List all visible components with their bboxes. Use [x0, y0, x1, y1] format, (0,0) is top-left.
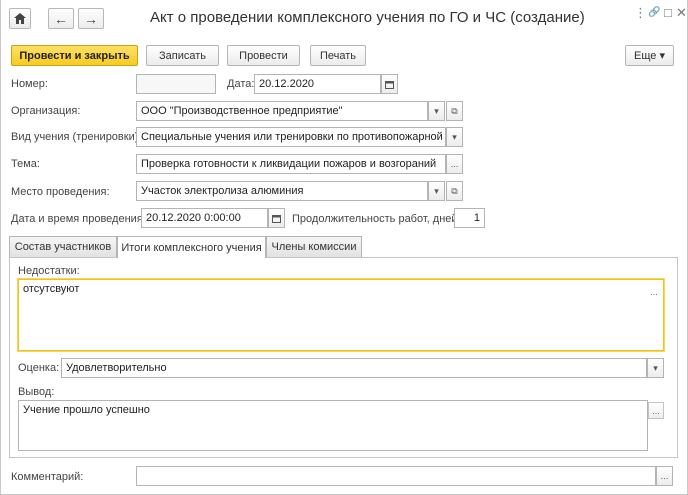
tab-commission-members[interactable]: Члены комиссии	[266, 236, 362, 257]
open-icon: ⧉	[451, 185, 458, 196]
exercise-type-field[interactable]: Специальные учения или тренировки по про…	[136, 127, 446, 147]
location-label: Место проведения:	[11, 186, 110, 198]
ellipsis-icon: ...	[652, 405, 660, 416]
date-calendar-button[interactable]	[381, 74, 398, 94]
post-and-close-button[interactable]: Провести и закрыть	[11, 45, 138, 66]
window-menu-icon[interactable]: ⋮	[634, 5, 647, 21]
conclusion-label: Вывод:	[18, 386, 55, 398]
shortcomings-expand-button[interactable]: ...	[646, 283, 662, 300]
chevron-down-icon: ▾	[653, 362, 658, 373]
back-button[interactable]: ←	[48, 8, 74, 29]
rating-dropdown-button[interactable]: ▾	[647, 358, 664, 378]
topic-label: Тема:	[11, 158, 40, 170]
date-field[interactable]: 20.12.2020	[254, 74, 381, 94]
number-field[interactable]	[136, 74, 216, 94]
shortcomings-field[interactable]: отсутсвуют	[18, 279, 664, 351]
comment-field[interactable]	[136, 466, 656, 486]
window-title: Акт о проведении комплексного учения по …	[150, 9, 585, 26]
comment-label: Комментарий:	[11, 471, 84, 483]
exercise-type-dropdown-button[interactable]: ▾	[446, 127, 463, 147]
ellipsis-icon: ...	[650, 286, 658, 297]
organization-field[interactable]: ООО "Производственное предприятие"	[136, 101, 428, 121]
forward-button[interactable]: →	[78, 8, 104, 29]
ellipsis-icon: ...	[660, 471, 669, 481]
location-field[interactable]: Участок электролиза алюминия	[136, 181, 428, 201]
chevron-down-icon: ▾	[434, 105, 439, 116]
more-button[interactable]: Еще ▾	[625, 45, 674, 66]
tab-participants[interactable]: Состав участников	[9, 236, 117, 257]
open-icon: ⧉	[451, 105, 458, 116]
chevron-down-icon: ▾	[434, 185, 439, 196]
post-button[interactable]: Провести	[227, 45, 300, 66]
datetime-calendar-button[interactable]	[268, 208, 285, 228]
topic-field[interactable]: Проверка готовности к ликвидации пожаров…	[136, 154, 446, 174]
datetime-label: Дата и время проведения:	[11, 213, 146, 225]
datetime-field[interactable]: 20.12.2020 0:00:00	[141, 208, 268, 228]
location-open-button[interactable]: ⧉	[446, 181, 463, 201]
topic-select-button[interactable]: ...	[446, 154, 463, 174]
date-label: Дата:	[227, 78, 255, 90]
duration-field[interactable]: 1	[454, 208, 485, 228]
organization-open-button[interactable]: ⧉	[446, 101, 463, 121]
conclusion-expand-button[interactable]: ...	[648, 402, 664, 419]
window-link-icon[interactable]: 🔗	[648, 7, 660, 18]
calendar-icon	[385, 80, 394, 89]
ellipsis-icon: ...	[450, 159, 459, 169]
print-button[interactable]: Печать	[310, 45, 366, 66]
organization-dropdown-button[interactable]: ▾	[428, 101, 445, 121]
forward-arrow-icon: →	[84, 10, 98, 27]
conclusion-field[interactable]: Учение прошло успешно	[18, 400, 648, 451]
number-label: Номер:	[11, 78, 48, 90]
exercise-type-label: Вид учения (тренировки):	[11, 131, 142, 143]
back-arrow-icon: ←	[54, 10, 68, 27]
save-button[interactable]: Записать	[146, 45, 219, 66]
duration-label: Продолжительность работ, дней:	[292, 213, 461, 225]
rating-label: Оценка:	[18, 362, 60, 374]
calendar-icon	[272, 214, 281, 223]
rating-field[interactable]: Удовлетворительно	[61, 358, 647, 378]
tab-exercise-results[interactable]: Итоги комплексного учения	[117, 236, 266, 258]
window-maximize-icon[interactable]: □	[664, 5, 672, 20]
window-close-icon[interactable]: ✕	[676, 5, 687, 21]
home-button[interactable]	[9, 8, 31, 29]
organization-label: Организация:	[11, 105, 81, 117]
home-icon	[14, 13, 26, 24]
shortcomings-label: Недостатки:	[18, 265, 80, 277]
comment-expand-button[interactable]: ...	[656, 466, 673, 486]
location-dropdown-button[interactable]: ▾	[428, 181, 445, 201]
chevron-down-icon: ▾	[452, 131, 457, 142]
